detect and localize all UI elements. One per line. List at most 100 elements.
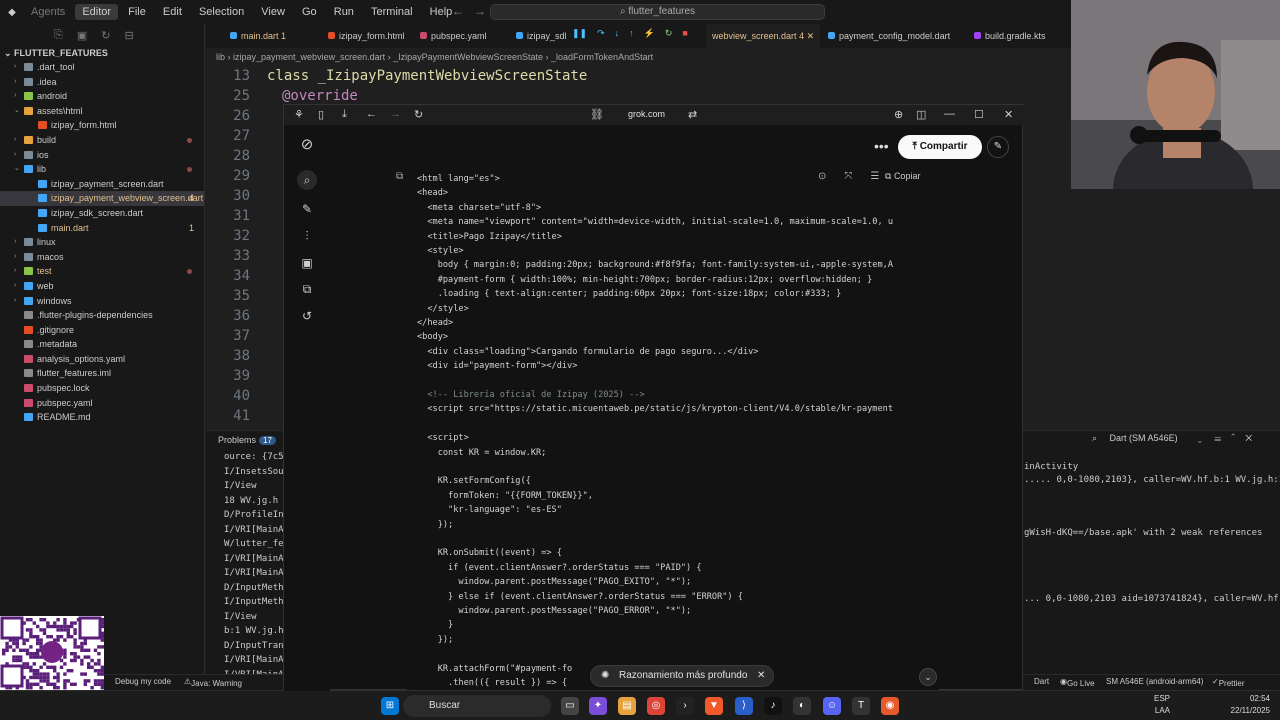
tree-item[interactable]: › test [0,264,204,279]
tree-item[interactable]: › .idea [0,75,204,90]
pause-icon[interactable]: ❚❚ [572,28,587,44]
tree-item[interactable]: › .dart_tool [0,60,204,75]
menu-editor[interactable]: Editor [75,4,119,20]
menu-file[interactable]: File [121,0,153,24]
close-icon[interactable]: ✕ [807,31,815,41]
menu-terminal[interactable]: Terminal [364,0,420,24]
taskbar-search[interactable]: Buscar [403,695,551,717]
globe-icon[interactable]: ⊕ [894,108,903,121]
tree-item[interactable]: izipay_payment_webview_screen.dart 4 [0,191,204,206]
clock[interactable]: 02:54 22/11/2025 [1210,693,1270,717]
task-view-icon[interactable]: ▭ [561,697,579,715]
device-selector[interactable]: ⌕ Dart (SM A546E) ⌄ ☰ ⌃ ✕ [1092,433,1252,444]
tree-item[interactable]: › build [0,133,204,148]
breadcrumb-item[interactable]: izipay_payment_webview_screen.dart [233,52,385,62]
link-icon[interactable]: ⛓ [590,108,604,121]
tree-item[interactable]: README.md [0,410,204,425]
wrap-lines-icon[interactable]: ☰ [870,171,879,182]
collapse-code-icon[interactable]: ⤧ [844,171,852,182]
tree-item[interactable]: pubspec.yaml [0,396,204,411]
tree-item[interactable]: › android [0,89,204,104]
status-device[interactable]: SM A546E (android-arm64) [1106,677,1203,686]
tree-item[interactable]: › web [0,279,204,294]
nav-back-icon[interactable]: ← → [452,4,486,18]
tree-item[interactable]: ⌄ lib [0,162,204,177]
minimize-icon[interactable]: — [944,108,955,120]
edit-icon[interactable]: ✎ [987,136,1009,158]
copy-button[interactable]: ⧉ Copiar [885,171,920,182]
tree-item[interactable]: .gitignore [0,323,204,338]
typeface-icon[interactable]: T [852,697,870,715]
explorer-title[interactable]: ⌄ FLUTTER_FEATURES [0,46,204,60]
address-bar[interactable]: grok.com [628,109,665,119]
menu-selection[interactable]: Selection [192,0,251,24]
tab-payment-config-model[interactable]: payment_config_model.dart [828,24,950,48]
wrap-icon[interactable]: ⧉ [396,171,403,182]
tree-item[interactable]: .metadata [0,337,204,352]
status-lang[interactable]: Dart [1034,677,1049,686]
tiktok-icon[interactable]: ♪ [764,697,782,715]
copilot-icon[interactable]: ✦ [589,697,607,715]
tab-problems[interactable]: Problems 17 [218,435,276,445]
new-chat-icon[interactable]: ✎ [297,199,317,219]
tree-item[interactable]: analysis_options.yaml [0,352,204,367]
forward-icon[interactable]: → [390,108,401,120]
discord-icon[interactable]: ☺ [823,697,841,715]
tree-item[interactable]: flutter_features.iml [0,366,204,381]
tune-icon[interactable]: ⇄ [688,108,697,121]
tab-build-gradle[interactable]: build.gradle.kts [974,24,1046,48]
tree-item[interactable]: › windows [0,294,204,309]
menu-edit[interactable]: Edit [156,0,189,24]
menu-go[interactable]: Go [295,0,324,24]
new-folder-icon[interactable]: ▣ [77,29,87,42]
step-into-icon[interactable]: ↓ [615,28,620,44]
restart-icon[interactable]: ↻ [665,28,673,44]
refresh-icon[interactable]: ↻ [101,29,110,42]
tree-item[interactable]: › linux [0,235,204,250]
language-indicator[interactable]: ESP LAA [1110,693,1170,717]
step-over-icon[interactable]: ↷ [597,28,605,44]
breadcrumb-item[interactable]: _loadFormTokenAndStart [551,52,653,62]
voice-icon[interactable]: ⫶ [297,226,317,246]
step-out-icon[interactable]: ↑ [629,28,634,44]
browser-menu-icon[interactable]: ⚘ [294,108,304,121]
postman-icon[interactable]: ◉ [881,697,899,715]
maximize-icon[interactable]: ☐ [974,108,984,121]
deep-reasoning-chip[interactable]: ✺ Razonamiento más profundo ✕ [590,665,775,687]
share-button[interactable]: ⤒ Compartir [898,135,982,159]
tab-izipay-sdk[interactable]: izipay_sdl [516,24,567,48]
split-view-icon[interactable]: ◫ [916,108,926,121]
tree-item[interactable]: main.dart 1 [0,221,204,236]
chrome-icon[interactable]: ◎ [647,697,665,715]
menu-view[interactable]: View [254,0,292,24]
tree-item[interactable]: .flutter-plugins-dependencies [0,308,204,323]
history-icon[interactable]: ↺ [297,306,317,326]
breadcrumb-item[interactable]: _IzipayPaymentWebviewScreenState [393,52,543,62]
obs-icon[interactable]: ◐ [793,697,811,715]
close-window-icon[interactable]: ✕ [1004,108,1013,121]
menu-run[interactable]: Run [327,0,361,24]
search-icon[interactable]: ⌕ [297,170,317,190]
download-icon[interactable]: ⤓ [342,108,347,121]
tab-pubspec-yaml[interactable]: pubspec.yaml [420,24,487,48]
tree-item[interactable]: ⌄ assets\html [0,104,204,119]
run-icon[interactable]: ⊙ [818,171,826,182]
stop-icon[interactable]: ■ [682,28,687,44]
back-icon[interactable]: ← [366,108,377,120]
tree-item[interactable]: izipay_sdk_screen.dart [0,206,204,221]
tree-item[interactable]: izipay_form.html [0,118,204,133]
status-golive[interactable]: ◉ Go Live [1060,677,1095,688]
terminal-icon[interactable]: › [676,697,694,715]
scroll-down-icon[interactable]: ⌄ [919,668,937,686]
tree-item[interactable]: pubspec.lock [0,381,204,396]
hot-reload-icon[interactable]: ⚡ [644,28,655,44]
brave-icon[interactable]: ▼ [705,697,723,715]
windows-start-icon[interactable]: ⊞ [381,697,399,715]
tab-webview-screen-dart[interactable]: webview_screen.dart 4 ✕ [706,24,821,48]
tree-item[interactable]: izipay_payment_screen.dart [0,177,204,192]
imagine-icon[interactable]: ▣ [297,253,317,273]
status-java[interactable]: ⚠ Java: Warning [184,677,242,688]
tree-item[interactable]: › macos [0,250,204,265]
tab-izipay-form-html[interactable]: izipay_form.html [328,24,405,48]
more-options-icon[interactable]: ••• [874,138,889,154]
